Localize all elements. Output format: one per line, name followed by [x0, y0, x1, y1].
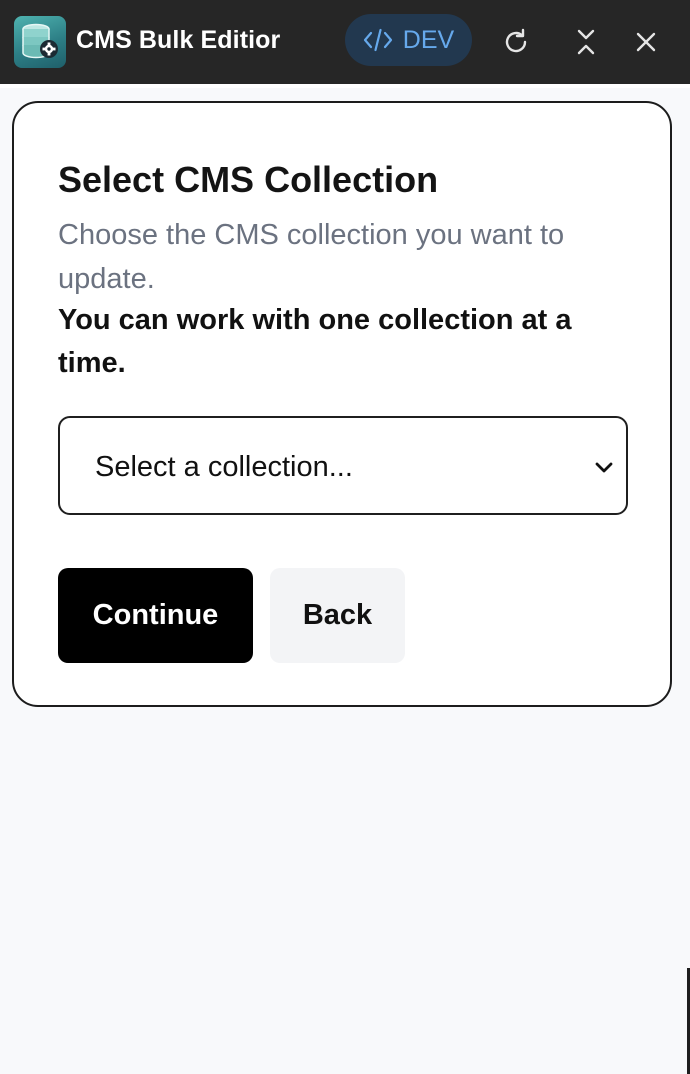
- collection-select[interactable]: Select a collection...: [58, 416, 628, 515]
- card-title: Select CMS Collection: [58, 159, 439, 200]
- divider: [0, 84, 690, 88]
- collection-select-value: Select a collection...: [95, 451, 353, 483]
- back-button[interactable]: Back: [270, 568, 405, 663]
- close-button[interactable]: [626, 22, 666, 62]
- collapse-button[interactable]: [566, 22, 606, 62]
- collection-card: Select CMS Collection Choose the CMS col…: [12, 101, 672, 707]
- app-title: CMS Bulk Editior: [76, 26, 281, 54]
- card-description: Choose the CMS collection you want to up…: [58, 219, 565, 295]
- refresh-icon: [505, 28, 527, 53]
- env-badge[interactable]: DEV: [345, 14, 472, 66]
- database-gear-icon: [14, 16, 66, 68]
- env-badge-label: DEV: [402, 25, 455, 54]
- collapse-icon: [577, 29, 595, 55]
- close-icon: [636, 32, 656, 52]
- card-note: You can work with one collection at a ti…: [58, 304, 572, 379]
- continue-button[interactable]: Continue: [58, 568, 253, 663]
- code-icon: [363, 28, 392, 52]
- chevron-down-icon: [595, 462, 613, 473]
- refresh-button[interactable]: [496, 22, 536, 62]
- title-bar: CMS Bulk Editior DEV: [0, 0, 690, 84]
